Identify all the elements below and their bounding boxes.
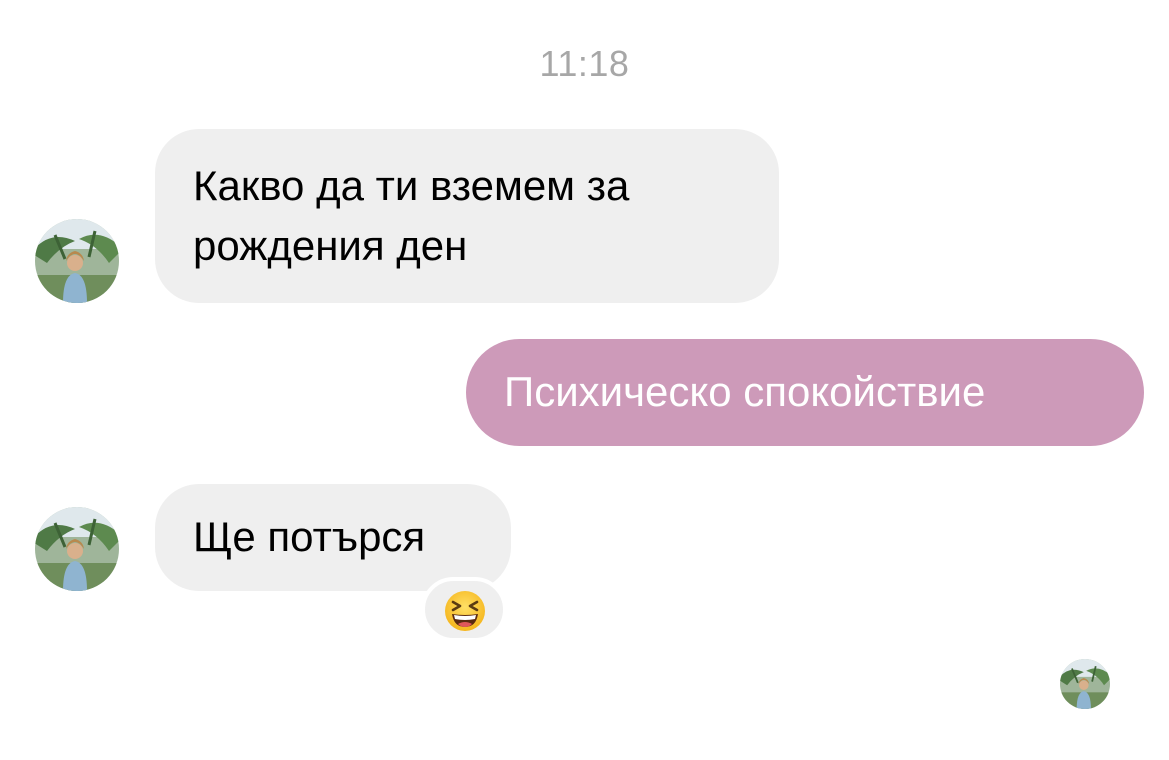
grinning-squinting-face-icon	[445, 591, 485, 631]
message-timestamp: 11:18	[539, 43, 630, 84]
message-text: Ще потърся	[193, 513, 426, 560]
message-text: Какво да ти вземем за рождения ден	[193, 162, 630, 269]
read-receipt-avatar	[1060, 659, 1110, 709]
incoming-message-bubble[interactable]: Ще потърся	[155, 484, 511, 591]
contact-avatar[interactable]	[35, 507, 119, 591]
contact-avatar[interactable]	[35, 219, 119, 303]
avatar-photo-icon	[35, 219, 119, 303]
outgoing-message-bubble[interactable]: Психическо спокойствие	[466, 339, 1144, 446]
message-text: Психическо спокойствие	[504, 368, 986, 415]
avatar-photo-icon	[35, 507, 119, 591]
incoming-message-bubble[interactable]: Какво да ти вземем за рождения ден	[155, 129, 779, 303]
seen-avatar-icon	[1060, 659, 1110, 709]
message-reaction[interactable]	[421, 577, 507, 642]
